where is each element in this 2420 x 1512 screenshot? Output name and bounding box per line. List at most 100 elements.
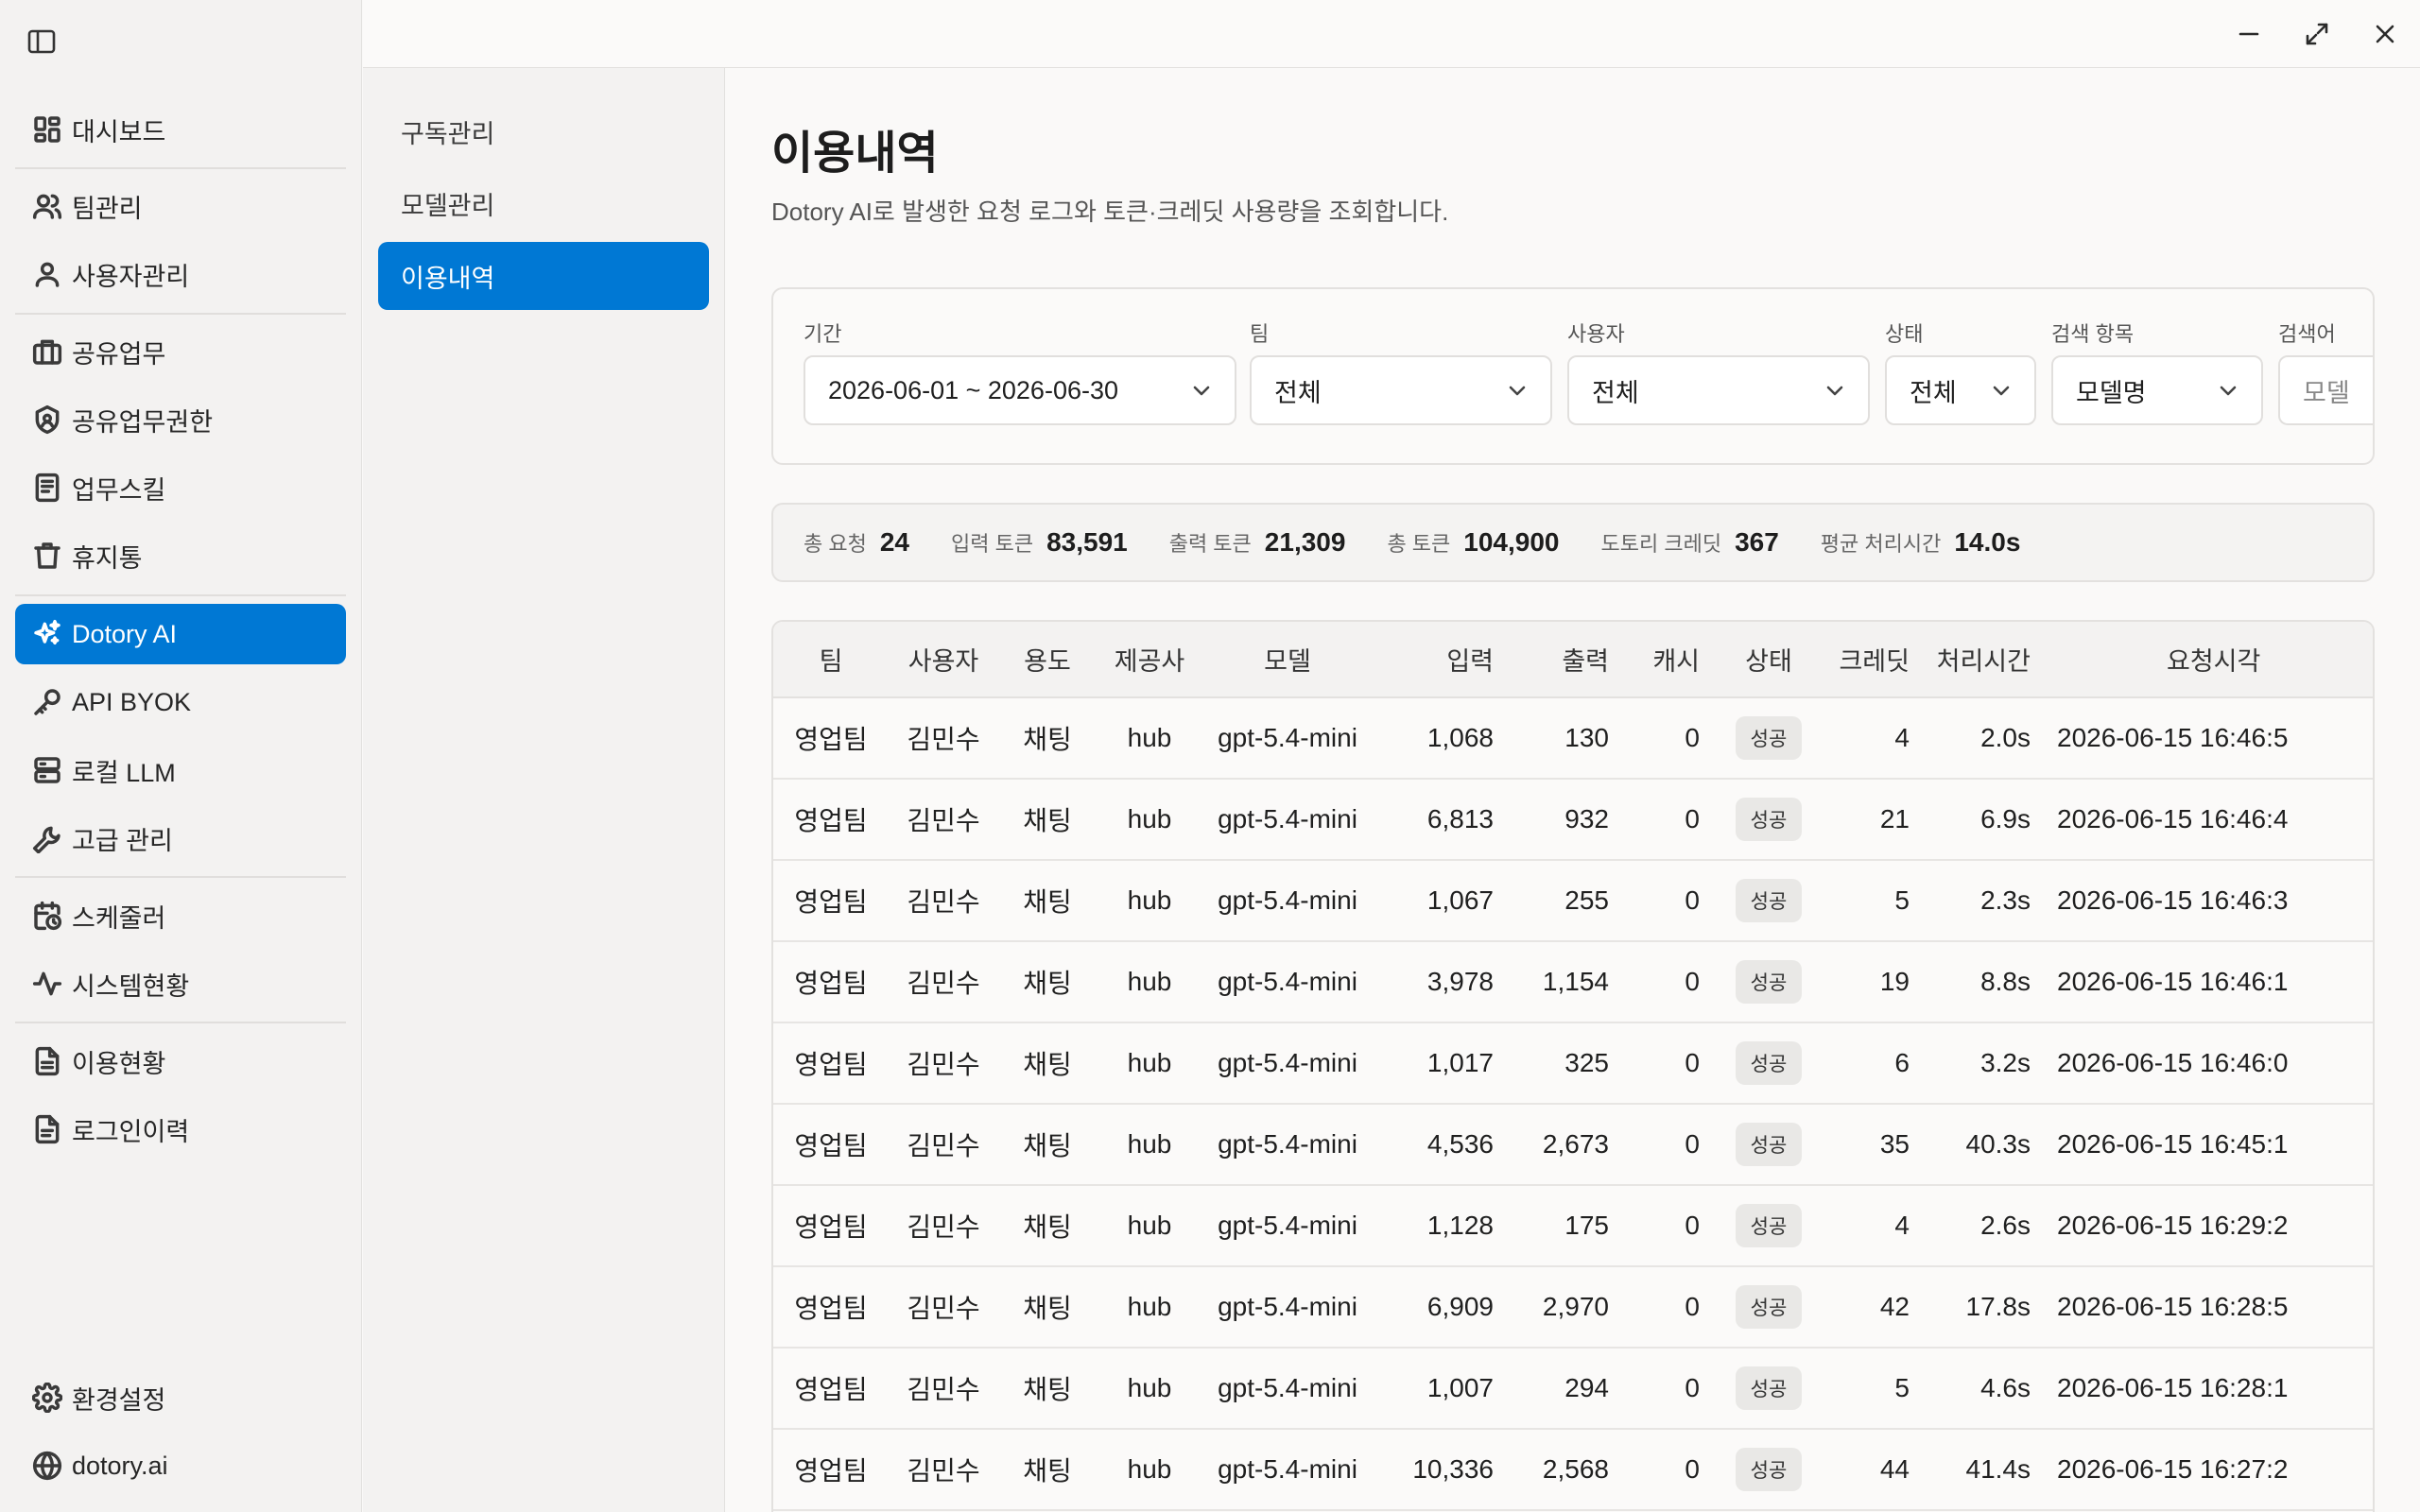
cell-model: gpt-5.4-mini <box>1218 967 1357 996</box>
sidebar-item-trash[interactable]: 휴지통 <box>15 525 346 586</box>
sidebar-item-settings[interactable]: 환경설정 <box>15 1367 346 1428</box>
sidebar-item-advanced-management[interactable]: 고급 관리 <box>15 808 346 868</box>
column-header-output[interactable]: 출력 <box>1511 622 1626 698</box>
cell-duration: 4.6s <box>1980 1373 2031 1402</box>
sidebar-item-shared-tasks[interactable]: 공유업무 <box>15 321 346 382</box>
chevron-down-icon <box>1993 386 2010 396</box>
cell-user: 김민수 <box>907 806 980 835</box>
cell-output: 2,568 <box>1542 1454 1609 1484</box>
subnav-item-model-management[interactable]: 모델관리 <box>378 169 709 237</box>
column-header-model[interactable]: 모델 <box>1202 622 1373 698</box>
column-header-status[interactable]: 상태 <box>1717 622 1821 698</box>
cell-provider: hub <box>1127 723 1172 752</box>
sidebar-item-dashboard[interactable]: 대시보드 <box>15 99 346 160</box>
cell-duration: 17.8s <box>1965 1292 2031 1321</box>
filter-panel: 기간 2026-06-01 ~ 2026-06-30 팀 전체 사용자 전체 상… <box>771 287 2375 465</box>
table-row[interactable]: 영업팀 김민수 채팅 hub gpt-5.4-mini 1,068 130 0 성공 4 2.0s 2… <box>773 697 2373 779</box>
users-icon <box>15 176 76 236</box>
status-select[interactable]: 전체 <box>1885 355 2036 425</box>
sidebar-item-label: 업무스킬 <box>72 475 166 505</box>
table-row[interactable]: 영업팀 김민수 채팅 hub gpt-5.4-mini 3,978 1,154 0 성공 19 8.… <box>773 941 2373 1022</box>
summary-value: 367 <box>1735 527 1779 557</box>
column-header-cache[interactable]: 캐시 <box>1626 622 1717 698</box>
sidebar-item-dotory-ai[interactable]: Dotory AI <box>15 604 346 664</box>
shield-icon <box>15 389 76 450</box>
cell-duration: 3.2s <box>1980 1048 2031 1077</box>
cell-user: 김민수 <box>907 1050 980 1079</box>
user-icon <box>15 244 76 304</box>
subnav-item-usage-history[interactable]: 이용내역 <box>378 242 709 310</box>
sidebar-item-website[interactable]: dotory.ai <box>15 1435 346 1496</box>
sidebar-item-scheduler[interactable]: 스케줄러 <box>15 885 346 946</box>
cell-user: 김민수 <box>907 969 980 998</box>
column-header-input[interactable]: 입력 <box>1373 622 1511 698</box>
table-row[interactable]: 영업팀 김민수 채팅 hub gpt-5.4-mini 10,336 2,568 0 성공 44 4… <box>773 1429 2373 1510</box>
cell-input: 1,017 <box>1426 1048 1494 1077</box>
status-badge: 성공 <box>1735 798 1803 841</box>
table-row[interactable]: 영업팀 김민수 채팅 hub gpt-5.4-mini 1,017 325 0 성공 6 3.2s 2… <box>773 1022 2373 1104</box>
cell-team: 영업팀 <box>794 725 868 754</box>
summary-total-tokens: 총 토큰 104,900 <box>1387 527 1559 558</box>
table-row[interactable]: 영업팀 김민수 채팅 hub gpt-5.4-mini 1,128 175 0 성공 4 2.6s 2… <box>773 1185 2373 1266</box>
search-input[interactable]: 모델 <box>2278 355 2373 425</box>
cell-provider: hub <box>1127 804 1172 833</box>
sidebar-item-task-skills[interactable]: 업무스킬 <box>15 457 346 518</box>
sidebar-item-login-history[interactable]: 로그인이력 <box>15 1099 346 1160</box>
sidebar-item-user-management[interactable]: 사용자관리 <box>15 244 346 304</box>
minimize-icon[interactable] <box>2230 15 2268 53</box>
sidebar-item-local-llm[interactable]: 로컬 LLM <box>15 740 346 800</box>
cell-model: gpt-5.4-mini <box>1218 723 1357 752</box>
column-header-credits[interactable]: 크레딧 <box>1821 622 1927 698</box>
column-header-team[interactable]: 팀 <box>773 622 889 698</box>
table-row[interactable]: 영업팀 김민수 채팅 hub gpt-5.4-mini 6,909 2,970 0 성공 42 17… <box>773 1266 2373 1348</box>
sidebar-item-team-management[interactable]: 팀관리 <box>15 176 346 236</box>
summary-label: 총 토큰 <box>1387 532 1451 556</box>
cell-status: 성공 <box>1717 1185 1821 1266</box>
cell-purpose: 채팅 <box>1023 1456 1072 1486</box>
search-input-placeholder: 모델 <box>2303 378 2350 407</box>
summary-credits: 도토리 크레딧 367 <box>1601 527 1779 558</box>
table-row[interactable]: 영업팀 김민수 채팅 hub gpt-5.4-mini 1,007 294 0 성공 5 4.6s 2… <box>773 1348 2373 1429</box>
secondary-sidebar: 구독관리 모델관리 이용내역 <box>363 68 725 1512</box>
column-header-user[interactable]: 사용자 <box>889 622 998 698</box>
user-select[interactable]: 전체 <box>1567 355 1870 425</box>
cell-user: 김민수 <box>907 1375 980 1404</box>
cell-request-time: 2026-06-15 16:46:0 <box>2057 1048 2289 1077</box>
column-header-purpose[interactable]: 용도 <box>998 622 1097 698</box>
status-badge: 성공 <box>1735 1204 1803 1247</box>
maximize-icon[interactable] <box>2298 15 2336 53</box>
cell-model: gpt-5.4-mini <box>1218 1048 1357 1077</box>
column-header-provider[interactable]: 제공사 <box>1097 622 1202 698</box>
period-select[interactable]: 2026-06-01 ~ 2026-06-30 <box>804 355 1236 425</box>
sidebar-item-api-byok[interactable]: API BYOK <box>15 672 346 732</box>
cell-status: 성공 <box>1717 1022 1821 1104</box>
team-select[interactable]: 전체 <box>1250 355 1552 425</box>
cell-output: 932 <box>1564 804 1609 833</box>
sidebar-item-label: 로컬 LLM <box>72 758 176 787</box>
search-field-select[interactable]: 모델명 <box>2051 355 2263 425</box>
sidebar-item-system-status[interactable]: 시스템현황 <box>15 954 346 1014</box>
sidebar-item-usage-status[interactable]: 이용현황 <box>15 1031 346 1091</box>
table-row[interactable]: 영업팀 김민수 채팅 hub gpt-5.4-mini 4,536 2,673 0 성공 35 40… <box>773 1104 2373 1185</box>
sidebar-item-label: 대시보드 <box>72 117 166 146</box>
cell-request-time: 2026-06-15 16:27:2 <box>2057 1454 2289 1484</box>
subnav-item-subscription[interactable]: 구독관리 <box>378 97 709 165</box>
cell-model: gpt-5.4-mini <box>1218 1129 1357 1159</box>
table-row[interactable]: 영업팀 김민수 채팅 hub gpt-5.4-mini 6,813 932 0 성공 21 6.9s… <box>773 779 2373 860</box>
cell-cache: 0 <box>1685 885 1700 915</box>
chevron-down-icon <box>1193 386 1210 396</box>
column-header-request-time[interactable]: 요청시각 <box>2048 622 2373 698</box>
cell-user: 김민수 <box>907 725 980 754</box>
cell-input: 1,128 <box>1426 1211 1494 1240</box>
sidebar-item-shared-task-permissions[interactable]: 공유업무권한 <box>15 389 346 450</box>
cell-credits: 4 <box>1894 1211 1910 1240</box>
cell-cache: 0 <box>1685 967 1700 996</box>
column-header-duration[interactable]: 처리시간 <box>1927 622 2048 698</box>
close-icon[interactable] <box>2366 15 2404 53</box>
table-row[interactable]: 영업팀 김민수 채팅 hub gpt-5.4-mini 1,067 255 0 성공 5 2.3s 2… <box>773 860 2373 941</box>
cell-provider: hub <box>1127 967 1172 996</box>
sidebar-divider <box>15 876 346 878</box>
cell-provider: hub <box>1127 1211 1172 1240</box>
sidebar-divider <box>15 594 346 596</box>
sidebar-toggle-icon[interactable] <box>26 28 57 55</box>
